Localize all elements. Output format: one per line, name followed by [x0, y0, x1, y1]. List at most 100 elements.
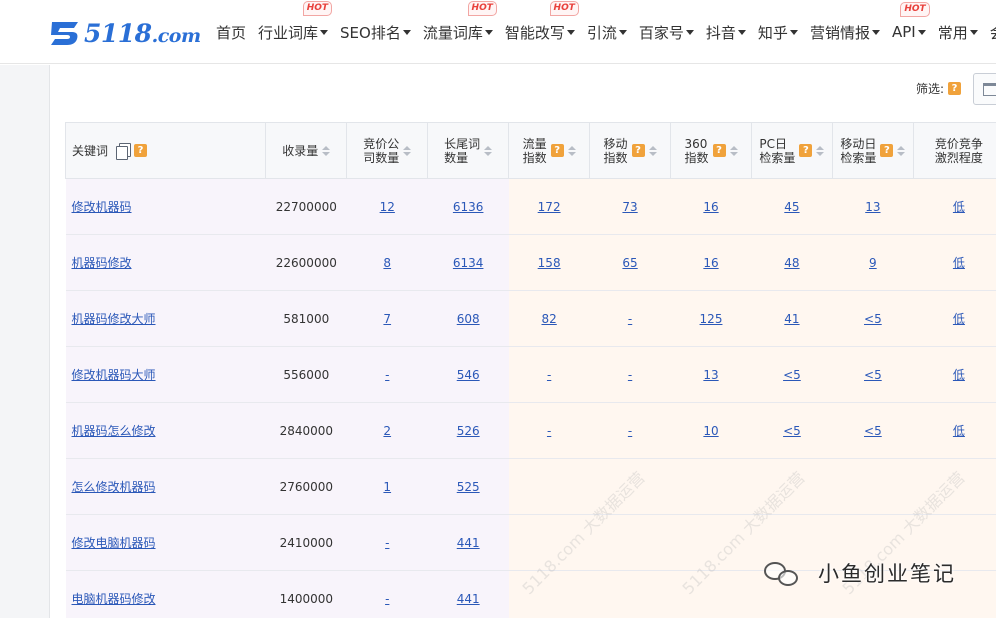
metric-link[interactable]: -: [547, 368, 551, 382]
sort-icon[interactable]: [484, 145, 493, 156]
nav-item-11[interactable]: 常用: [938, 22, 978, 43]
keyword-link[interactable]: 电脑机器码修改: [72, 592, 156, 606]
nav-item-0[interactable]: 首页: [216, 22, 246, 43]
metric-link[interactable]: 低: [953, 424, 965, 438]
nav-item-5[interactable]: 引流: [587, 22, 627, 43]
table-cell: [508, 458, 590, 515]
metric-link[interactable]: -: [385, 592, 389, 606]
sort-icon[interactable]: [816, 145, 825, 156]
metric-link[interactable]: -: [385, 536, 389, 550]
metric-link[interactable]: 6136: [453, 200, 484, 214]
metric-link[interactable]: 82: [541, 312, 556, 326]
nav-item-label: 引流: [586, 23, 617, 42]
column-header[interactable]: 收录量: [265, 122, 348, 179]
metric-link[interactable]: 441: [457, 536, 480, 550]
column-header[interactable]: 流量 指数?: [508, 122, 591, 179]
metric-link[interactable]: 65: [622, 256, 637, 270]
metric-link[interactable]: 12: [380, 200, 395, 214]
column-header[interactable]: 360 指数?: [670, 122, 752, 179]
table-cell: [589, 458, 671, 515]
metric-link[interactable]: 608: [457, 312, 480, 326]
nav-item-6[interactable]: 百家号: [639, 22, 694, 43]
keyword-link[interactable]: 机器码怎么修改: [72, 424, 156, 438]
metric-link[interactable]: <5: [864, 424, 882, 438]
sort-icon[interactable]: [897, 145, 906, 156]
table-cell: <5: [832, 402, 914, 459]
metric-link[interactable]: 低: [953, 256, 965, 270]
sort-icon[interactable]: [567, 145, 576, 156]
metric-link[interactable]: 10: [703, 424, 718, 438]
metric-link[interactable]: -: [628, 424, 632, 438]
column-header[interactable]: 竞价公 司数量: [346, 122, 429, 179]
help-icon[interactable]: ?: [134, 144, 148, 157]
keyword-link[interactable]: 修改机器码: [72, 200, 132, 214]
metric-link[interactable]: 8: [383, 256, 391, 270]
help-icon[interactable]: ?: [712, 144, 726, 157]
metric-link[interactable]: 526: [457, 424, 480, 438]
keyword-link[interactable]: 修改电脑机器码: [72, 536, 156, 550]
metric-link[interactable]: 525: [457, 480, 480, 494]
column-header[interactable]: PC日 检索量?: [750, 122, 833, 179]
metric-link[interactable]: 73: [622, 200, 637, 214]
nav-item-4[interactable]: 智能改写 HOT: [504, 0, 579, 43]
column-header[interactable]: 移动日 检索量?: [831, 122, 914, 179]
metric-link[interactable]: 低: [953, 368, 965, 382]
help-icon[interactable]: ?: [631, 144, 645, 157]
metric-link[interactable]: 125: [700, 312, 723, 326]
site-logo[interactable]: 5118.com: [48, 16, 201, 50]
metric-link[interactable]: 7: [383, 312, 391, 326]
metric-link[interactable]: <5: [783, 368, 801, 382]
nav-item-2[interactable]: SEO排名: [340, 22, 411, 43]
metric-link[interactable]: -: [628, 312, 632, 326]
metric-link[interactable]: 1: [383, 480, 391, 494]
nav-item-3[interactable]: 流量词库 HOT: [423, 0, 497, 43]
metric-link[interactable]: 9: [869, 256, 877, 270]
metric-link[interactable]: 低: [953, 312, 965, 326]
metric-link[interactable]: 48: [784, 256, 799, 270]
nav-item-label: 智能改写: [504, 23, 565, 42]
sort-icon[interactable]: [322, 145, 331, 156]
nav-item-12[interactable]: 会: [990, 22, 996, 43]
metric-link[interactable]: 13: [703, 368, 718, 382]
sort-icon[interactable]: [729, 145, 738, 156]
column-header[interactable]: 长尾词 数量: [427, 122, 510, 179]
help-icon[interactable]: ?: [948, 82, 962, 95]
metric-link[interactable]: 2: [383, 424, 391, 438]
keyword-link[interactable]: 机器码修改大师: [72, 312, 156, 326]
nav-item-7[interactable]: 抖音: [706, 22, 746, 43]
metric-link[interactable]: 16: [703, 200, 718, 214]
keyword-link[interactable]: 修改机器码大师: [72, 368, 156, 382]
copy-icon[interactable]: [116, 143, 132, 160]
keyword-link[interactable]: 机器码修改: [72, 256, 132, 270]
metric-link[interactable]: <5: [864, 368, 882, 382]
help-icon[interactable]: ?: [550, 144, 564, 157]
metric-link[interactable]: 158: [538, 256, 561, 270]
keyword-link[interactable]: 怎么修改机器码: [72, 480, 156, 494]
nav-item-1[interactable]: 行业词库 HOT: [258, 0, 333, 43]
nav-item-10[interactable]: API HOT: [892, 2, 930, 41]
metric-link[interactable]: 546: [457, 368, 480, 382]
metric-link[interactable]: 低: [953, 200, 965, 214]
hot-badge: HOT: [302, 0, 333, 16]
metric-link[interactable]: -: [547, 424, 551, 438]
sort-icon[interactable]: [648, 145, 657, 156]
sort-icon[interactable]: [403, 145, 412, 156]
nav-item-8[interactable]: 知乎: [758, 22, 798, 43]
nav-item-9[interactable]: 营销情报: [810, 22, 880, 43]
metric-link[interactable]: 441: [457, 592, 480, 606]
metric-link[interactable]: 6134: [453, 256, 484, 270]
metric-link[interactable]: <5: [783, 424, 801, 438]
table-cell: 65: [589, 234, 671, 291]
calendar-button[interactable]: [973, 73, 996, 105]
metric-link[interactable]: -: [385, 368, 389, 382]
metric-link[interactable]: <5: [864, 312, 882, 326]
metric-link[interactable]: -: [628, 368, 632, 382]
metric-link[interactable]: 45: [784, 200, 799, 214]
metric-link[interactable]: 41: [784, 312, 799, 326]
metric-link[interactable]: 13: [865, 200, 880, 214]
help-icon[interactable]: ?: [880, 144, 894, 157]
metric-link[interactable]: 172: [538, 200, 561, 214]
help-icon[interactable]: ?: [799, 144, 813, 157]
column-header[interactable]: 移动 指数?: [589, 122, 672, 179]
metric-link[interactable]: 16: [703, 256, 718, 270]
